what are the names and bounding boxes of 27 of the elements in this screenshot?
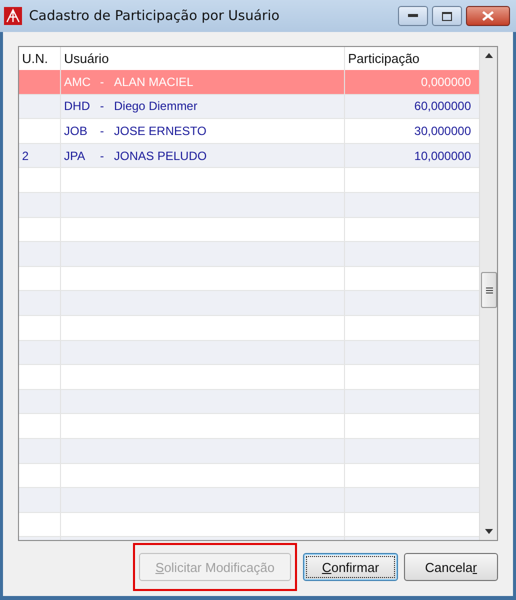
table-cell: 10,000000 (414, 148, 471, 163)
table-cell: 60,000000 (414, 99, 471, 114)
table-cell: 2 (22, 148, 29, 163)
table-cell: AMC - ALAN MACIEL (64, 74, 194, 89)
grip-icon (486, 286, 492, 294)
dialog-button[interactable]: Cancelar (404, 553, 498, 581)
table-cell: JOB - JOSE ERNESTO (64, 124, 206, 138)
table-row[interactable]: DHD - Diego Diemmer 60,000000 (19, 94, 479, 120)
table-cell: 0,000000 (420, 74, 471, 89)
scroll-down-icon (484, 529, 492, 534)
table-cell: DHD - Diego Diemmer (64, 99, 198, 114)
table-row[interactable]: 2 JPA - JONAS PELUDO 10,000000 (19, 144, 479, 168)
minimize-button[interactable] (398, 6, 428, 26)
window-title: Cadastro de Participação por Usuário (29, 8, 280, 24)
column-header[interactable]: Participação (345, 47, 479, 70)
table-cell: 30,000000 (414, 124, 471, 138)
close-icon (482, 11, 494, 21)
close-button[interactable] (466, 6, 510, 26)
dialog-button[interactable]: Confirmar (303, 553, 398, 581)
minimize-icon (408, 14, 418, 18)
table-cell: JPA - JONAS PELUDO (64, 148, 207, 163)
maximize-button[interactable] (432, 6, 462, 26)
scroll-up-icon (484, 53, 492, 58)
app-icon (4, 7, 22, 25)
scrollbar[interactable] (479, 47, 497, 540)
scroll-thumb[interactable] (481, 272, 497, 308)
maximize-icon (442, 12, 452, 20)
